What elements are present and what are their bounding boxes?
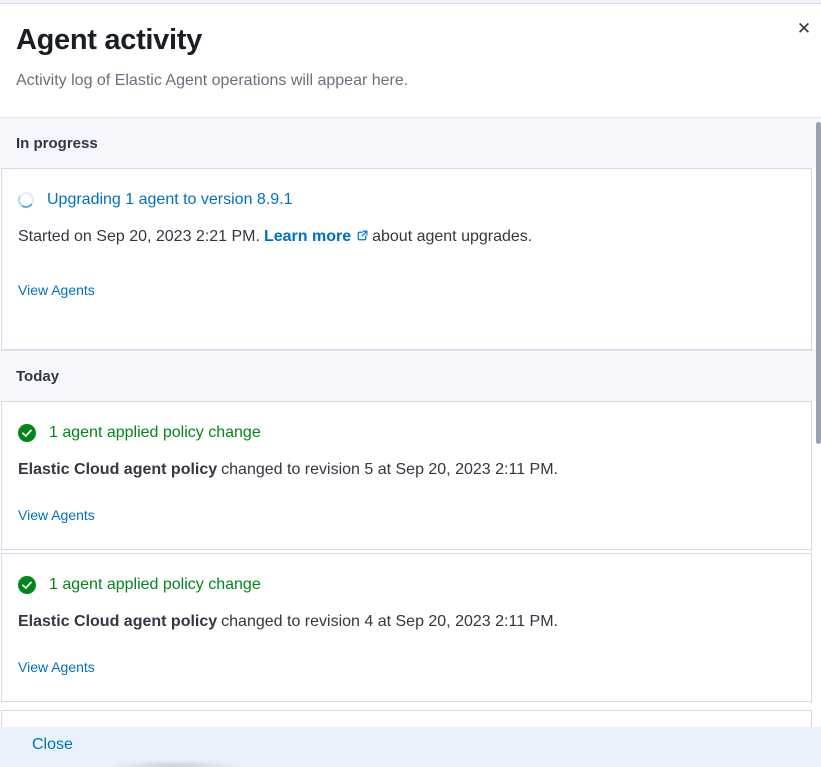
policy-name: Elastic Cloud agent policy [18, 613, 217, 630]
view-agents-link[interactable]: View Agents [18, 659, 95, 675]
activity-card-upgrade: Upgrading 1 agent to version 8.9.1 Start… [1, 168, 812, 350]
close-link[interactable]: Close [32, 736, 73, 753]
activity-description-text: changed to revision 4 at Sep 20, 2023 2:… [221, 613, 558, 630]
activity-title-row: Upgrading 1 agent to version 8.9.1 [18, 191, 795, 209]
check-circle-icon [18, 424, 36, 442]
section-header-in-progress: In progress [0, 117, 821, 168]
activity-title-link[interactable]: Upgrading 1 agent to version 8.9.1 [47, 191, 293, 209]
activity-card-policy-change-rev5: 1 agent applied policy change Elastic Cl… [1, 401, 812, 550]
flyout-footer: Close [0, 727, 821, 767]
page-subtitle: Activity log of Elastic Agent operations… [16, 70, 773, 91]
close-button[interactable]: ✕ [791, 16, 817, 42]
activity-card-policy-change-rev4: 1 agent applied policy change Elastic Cl… [1, 553, 812, 702]
activity-description-suffix: about agent upgrades. [372, 228, 532, 245]
flyout-header: Agent activity Activity log of Elastic A… [0, 4, 821, 112]
loading-spinner-icon [17, 191, 36, 210]
activity-description: Elastic Cloud agent policychanged to rev… [18, 459, 795, 481]
activity-description: Started on Sep 20, 2023 2:21 PM.Learn mo… [18, 226, 795, 248]
check-circle-icon [18, 576, 36, 594]
learn-more-link[interactable]: Learn more [264, 228, 351, 245]
activity-title: 1 agent applied policy change [49, 424, 261, 442]
policy-name: Elastic Cloud agent policy [18, 461, 217, 478]
activity-title-row: 1 agent applied policy change [18, 424, 795, 442]
section-header-today: Today [0, 350, 821, 401]
activity-description: Elastic Cloud agent policychanged to rev… [18, 611, 795, 633]
activity-description-text: changed to revision 5 at Sep 20, 2023 2:… [221, 461, 558, 478]
activity-title-row: 1 agent applied policy change [18, 576, 795, 594]
bottom-shadow-artifact [105, 761, 245, 767]
section-label: In progress [16, 135, 98, 152]
activity-log-scroll-area[interactable]: In progress Upgrading 1 agent to version… [0, 117, 821, 767]
external-link-icon [356, 230, 368, 242]
close-icon: ✕ [797, 19, 811, 38]
section-label: Today [16, 368, 59, 385]
page-title: Agent activity [16, 24, 773, 57]
view-agents-link[interactable]: View Agents [18, 282, 95, 298]
scrollbar-thumb[interactable] [816, 122, 821, 444]
activity-title: 1 agent applied policy change [49, 576, 261, 594]
card-gap [0, 702, 821, 710]
view-agents-link[interactable]: View Agents [18, 507, 95, 523]
activity-timestamp-text: Started on Sep 20, 2023 2:21 PM. [18, 228, 260, 245]
